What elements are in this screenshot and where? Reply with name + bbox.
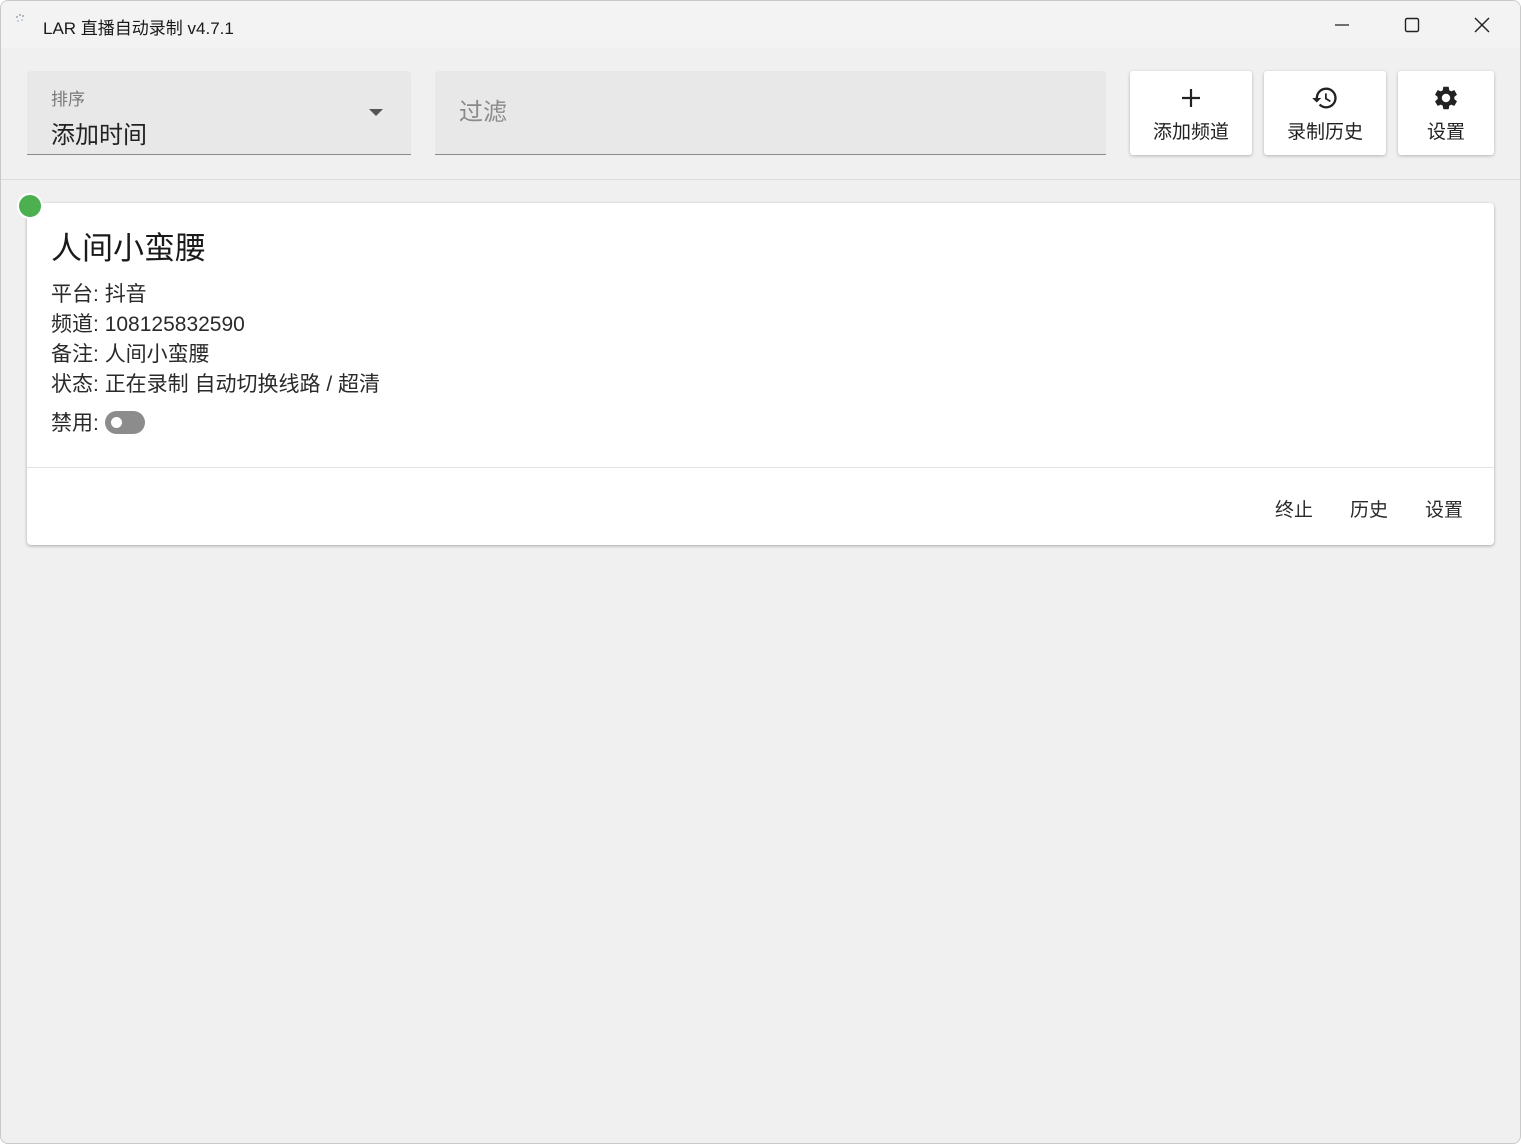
plus-icon — [1182, 88, 1200, 107]
title-bar[interactable]: LAR 直播自动录制 v4.7.1 — [1, 1, 1520, 48]
record-history-button[interactable]: 录制历史 — [1264, 71, 1386, 155]
add-channel-button[interactable]: 添加频道 — [1130, 71, 1252, 155]
channel-id-value: 108125832590 — [104, 313, 245, 336]
window-title: LAR 直播自动录制 v4.7.1 — [43, 19, 234, 38]
sort-label: 排序 — [51, 90, 85, 109]
disable-line: 禁用: — [51, 407, 145, 437]
app-window: LAR 直播自动录制 v4.7.1 排序 添加时间 过滤 添加频道 录制历史 设… — [0, 0, 1521, 1144]
sort-select[interactable]: 排序 添加时间 — [27, 71, 411, 155]
add-channel-label: 添加频道 — [1152, 121, 1229, 143]
platform-value: 抖音 — [104, 283, 147, 306]
channel-card: 人间小蛮腰 平台: 抖音 频道: 108125832590 备注: 人间小蛮腰 … — [27, 203, 1494, 545]
status-line: 状态: 正在录制 自动切换线路 / 超清 — [51, 368, 380, 398]
history-icon — [1312, 87, 1337, 108]
disable-label: 禁用: — [51, 412, 99, 435]
card-divider — [27, 467, 1494, 468]
channel-name: 人间小蛮腰 — [51, 231, 206, 266]
remark-value: 人间小蛮腰 — [104, 343, 210, 366]
maximize-button[interactable] — [1377, 1, 1447, 48]
remark-label: 备注: — [51, 343, 99, 366]
app-icon — [16, 14, 24, 22]
history-button[interactable]: 历史 — [1350, 495, 1388, 522]
channel-id-label: 频道: — [51, 313, 99, 336]
status-label: 状态: — [51, 373, 99, 396]
live-status-dot — [17, 193, 43, 219]
minimize-icon — [1335, 23, 1349, 26]
toggle-knob — [110, 416, 122, 428]
platform-label: 平台: — [51, 283, 99, 306]
sort-value: 添加时间 — [51, 122, 147, 149]
disable-toggle[interactable] — [104, 410, 145, 434]
dropdown-arrow-icon — [369, 109, 383, 116]
maximize-icon — [1404, 17, 1420, 32]
close-button[interactable] — [1447, 1, 1517, 48]
gear-icon — [1435, 86, 1457, 109]
stop-button[interactable]: 终止 — [1275, 495, 1313, 522]
platform-line: 平台: 抖音 — [51, 278, 147, 308]
record-history-label: 录制历史 — [1286, 121, 1363, 143]
channel-id-line: 频道: 108125832590 — [51, 308, 245, 338]
minimize-button[interactable] — [1307, 1, 1377, 48]
channel-settings-button[interactable]: 设置 — [1425, 495, 1463, 522]
settings-label: 设置 — [1426, 121, 1465, 143]
status-value: 正在录制 自动切换线路 / 超清 — [104, 373, 381, 396]
filter-input[interactable] — [435, 71, 1106, 154]
settings-button[interactable]: 设置 — [1398, 71, 1494, 155]
toolbar: 排序 添加时间 添加频道 录制历史 — [1, 48, 1520, 180]
close-icon — [1474, 17, 1490, 32]
filter-field[interactable] — [435, 71, 1106, 155]
remark-line: 备注: 人间小蛮腰 — [51, 338, 210, 368]
